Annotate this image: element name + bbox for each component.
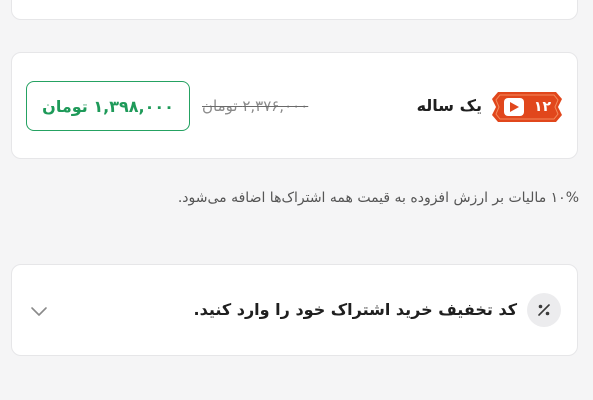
plan-title: یک ساله — [416, 96, 482, 115]
percent-icon — [527, 293, 561, 327]
chevron-down-icon[interactable] — [28, 300, 50, 322]
plan-card-one-year[interactable]: ۱۲ یک ساله ۲,۳۷۶,۰۰۰ تومان ۱,۳۹۸,۰۰۰ توم… — [11, 52, 578, 159]
vat-note: ۱۰% مالیات بر ارزش افزوده به قیمت همه اش… — [177, 190, 579, 206]
price-button[interactable]: ۱,۳۹۸,۰۰۰ تومان — [26, 81, 190, 131]
old-price: ۲,۳۷۶,۰۰۰ تومان — [202, 97, 309, 115]
previous-plan-card — [11, 0, 578, 20]
promo-code-card[interactable]: کد تخفیف خرید اشتراک خود را وارد کنید. — [11, 264, 578, 356]
plan-badge: ۱۲ — [492, 92, 562, 122]
promo-code-label: کد تخفیف خرید اشتراک خود را وارد کنید. — [193, 300, 518, 319]
ticket-badge-icon — [492, 92, 562, 122]
plan-badge-number: ۱۲ — [533, 99, 551, 115]
